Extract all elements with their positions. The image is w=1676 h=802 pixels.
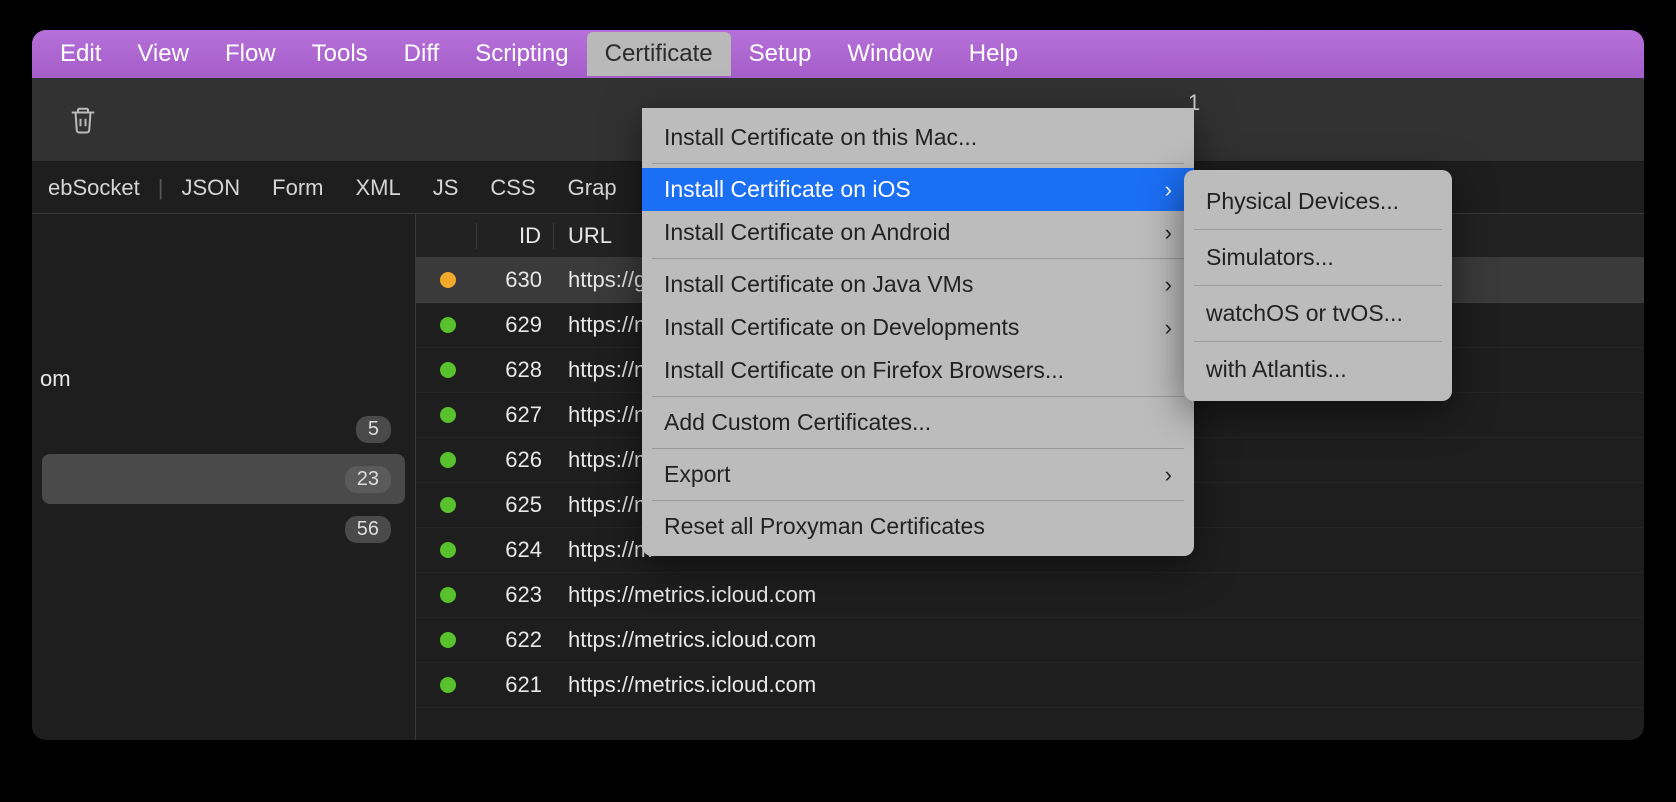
submenu-item[interactable]: watchOS or tvOS... — [1184, 290, 1452, 337]
cell-id: 624 — [476, 537, 554, 563]
menu-separator — [1194, 285, 1442, 286]
chevron-right-icon: › — [1165, 462, 1172, 488]
menu-separator — [652, 396, 1184, 397]
trash-icon[interactable] — [68, 104, 98, 136]
status-dot — [440, 677, 456, 693]
filter-websocket[interactable]: ebSocket — [32, 175, 156, 201]
cell-id: 630 — [476, 267, 554, 293]
filter-graphql[interactable]: Grap — [552, 175, 633, 201]
status-dot — [440, 542, 456, 558]
menu-item[interactable]: Install Certificate on Android › — [642, 211, 1194, 254]
menu-item-help[interactable]: Help — [951, 32, 1036, 76]
cell-id: 629 — [476, 312, 554, 338]
menu-item-label: Reset all Proxyman Certificates — [664, 513, 985, 540]
table-row[interactable]: 623https://metrics.icloud.com — [416, 573, 1644, 618]
chevron-right-icon: › — [1165, 272, 1172, 298]
menu-item-label: Install Certificate on Android — [664, 219, 950, 246]
menu-item-label: Install Certificate on this Mac... — [664, 124, 977, 151]
menu-item[interactable]: Reset all Proxyman Certificates — [642, 505, 1194, 548]
separator: | — [156, 175, 166, 201]
menu-item-label: Install Certificate on Firefox Browsers.… — [664, 357, 1064, 384]
status-dot — [440, 587, 456, 603]
menu-separator — [1194, 341, 1442, 342]
menu-item-label: Export — [664, 461, 730, 488]
filter-form[interactable]: Form — [256, 175, 339, 201]
filter-js[interactable]: JS — [417, 175, 475, 201]
sidebar-item[interactable]: 56 — [32, 504, 415, 554]
cell-id: 628 — [476, 357, 554, 383]
sidebar: om 5 23 56 — [32, 214, 416, 740]
menu-item-certificate[interactable]: Certificate — [587, 32, 731, 76]
cell-id: 626 — [476, 447, 554, 473]
menu-separator — [652, 448, 1184, 449]
menubar: Edit View Flow Tools Diff Scripting Cert… — [32, 30, 1644, 78]
sidebar-item-label: om — [32, 366, 71, 392]
menu-item-setup[interactable]: Setup — [731, 32, 830, 76]
table-row[interactable]: 622https://metrics.icloud.com — [416, 618, 1644, 663]
menu-item[interactable]: Install Certificate on iOS › — [642, 168, 1194, 211]
chevron-right-icon: › — [1165, 177, 1172, 203]
menu-item[interactable]: Install Certificate on Firefox Browsers.… — [642, 349, 1194, 392]
submenu-item[interactable]: Physical Devices... — [1184, 178, 1452, 225]
menu-item[interactable]: Export › — [642, 453, 1194, 496]
filter-css[interactable]: CSS — [474, 175, 551, 201]
sidebar-item[interactable]: om — [32, 354, 415, 404]
cell-url: https://metrics.icloud.com — [554, 582, 1644, 608]
cell-url: https://metrics.icloud.com — [554, 672, 1644, 698]
badge: 5 — [356, 416, 391, 443]
menu-item-edit[interactable]: Edit — [42, 32, 119, 76]
status-dot — [440, 272, 456, 288]
cell-id: 622 — [476, 627, 554, 653]
certificate-menu: Install Certificate on this Mac... Instal… — [642, 108, 1194, 556]
menu-item-flow[interactable]: Flow — [207, 32, 294, 76]
chevron-right-icon: › — [1165, 220, 1172, 246]
cell-id: 623 — [476, 582, 554, 608]
status-dot — [440, 362, 456, 378]
menu-item[interactable]: Add Custom Certificates... — [642, 401, 1194, 444]
menu-item-diff[interactable]: Diff — [386, 32, 458, 76]
filter-json[interactable]: JSON — [165, 175, 256, 201]
badge: 56 — [345, 516, 391, 543]
cell-id: 621 — [476, 672, 554, 698]
chevron-right-icon: › — [1165, 315, 1172, 341]
menu-item-label: Add Custom Certificates... — [664, 409, 931, 436]
status-dot — [440, 317, 456, 333]
menu-item-view[interactable]: View — [119, 32, 207, 76]
status-dot — [440, 407, 456, 423]
menu-separator — [1194, 229, 1442, 230]
cell-id: 625 — [476, 492, 554, 518]
col-id[interactable]: ID — [476, 223, 554, 249]
submenu-item[interactable]: with Atlantis... — [1184, 346, 1452, 393]
sidebar-item-selected[interactable]: 23 — [42, 454, 405, 504]
menu-item-label: Install Certificate on Developments — [664, 314, 1019, 341]
cell-url: https://metrics.icloud.com — [554, 627, 1644, 653]
menu-item[interactable]: Install Certificate on this Mac... — [642, 116, 1194, 159]
menu-separator — [652, 163, 1184, 164]
ios-submenu: Physical Devices... Simulators... watchOS … — [1184, 170, 1452, 401]
status-dot — [440, 632, 456, 648]
menu-item[interactable]: Install Certificate on Developments › — [642, 306, 1194, 349]
sidebar-item[interactable]: 5 — [32, 404, 415, 454]
menu-separator — [652, 258, 1184, 259]
table-row[interactable]: 621https://metrics.icloud.com — [416, 663, 1644, 708]
menu-separator — [652, 500, 1184, 501]
filter-xml[interactable]: XML — [339, 175, 416, 201]
submenu-item[interactable]: Simulators... — [1184, 234, 1452, 281]
app-window: Edit View Flow Tools Diff Scripting Cert… — [32, 30, 1644, 740]
menu-item-window[interactable]: Window — [829, 32, 950, 76]
menu-item[interactable]: Install Certificate on Java VMs › — [642, 263, 1194, 306]
menu-item-label: Install Certificate on iOS — [664, 176, 911, 203]
menu-item-scripting[interactable]: Scripting — [457, 32, 586, 76]
status-dot — [440, 497, 456, 513]
menu-item-tools[interactable]: Tools — [294, 32, 386, 76]
menu-item-label: Install Certificate on Java VMs — [664, 271, 973, 298]
status-dot — [440, 452, 456, 468]
cell-id: 627 — [476, 402, 554, 428]
badge: 23 — [345, 466, 391, 493]
